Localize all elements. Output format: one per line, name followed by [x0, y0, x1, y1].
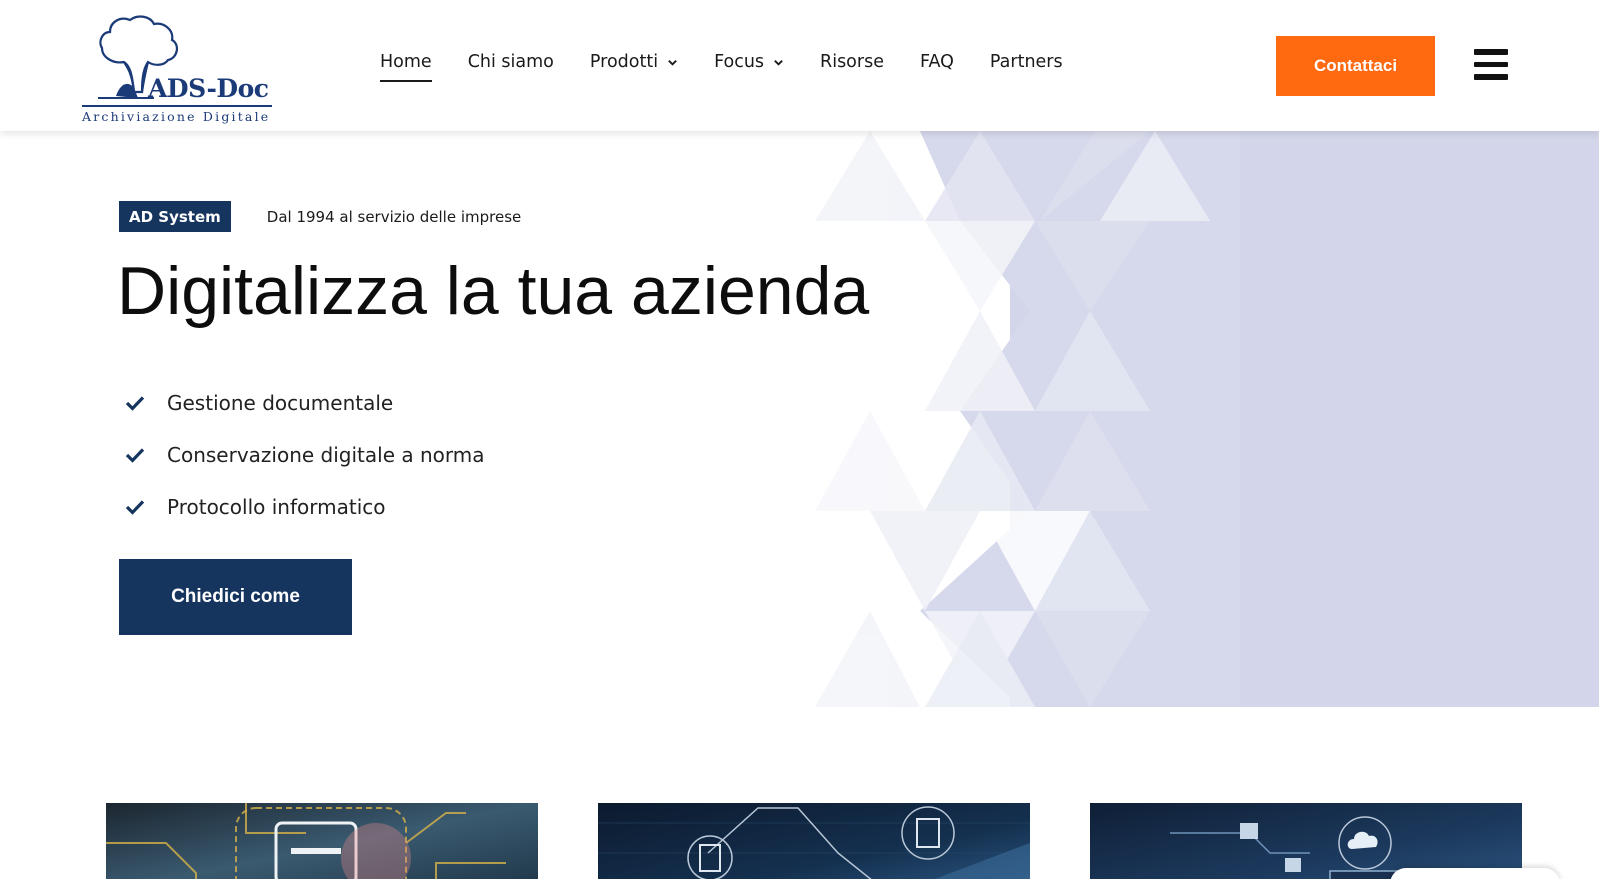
hero-tag-subtitle: Dal 1994 al servizio delle imprese: [266, 207, 522, 226]
nav-partners-label: Partners: [989, 52, 1063, 72]
hero-title: Digitalizza la tua azienda: [117, 253, 870, 329]
nav-prodotti-label: Prodotti: [589, 52, 659, 72]
hero-tag: AD System: [119, 201, 231, 232]
nav-focus[interactable]: Focus: [714, 52, 784, 72]
check-icon: [125, 396, 145, 411]
nav-home-label: Home: [380, 52, 432, 72]
nav-partners[interactable]: Partners: [990, 52, 1063, 72]
main-nav: Home Chi siamo Prodotti Focus Risorse FA…: [380, 52, 1099, 82]
nav-focus-label: Focus: [714, 52, 765, 72]
floating-widget-tab[interactable]: [1390, 868, 1560, 879]
brand-name: ADS-Doc: [148, 74, 269, 103]
list-item: Gestione documentale: [125, 377, 485, 429]
feature-list: Gestione documentale Conservazione digit…: [125, 377, 485, 533]
nav-chi-siamo[interactable]: Chi siamo: [468, 52, 554, 72]
nav-risorse-label: Risorse: [820, 52, 884, 72]
list-item: Conservazione digitale a norma: [125, 429, 485, 481]
printer-document-circuit-image: [106, 803, 538, 879]
nav-prodotti[interactable]: Prodotti: [590, 52, 678, 72]
documents-network-laptop-image: [598, 803, 1030, 879]
nav-risorse[interactable]: Risorse: [820, 52, 884, 72]
brand-tagline: Archiviazione Digitale: [82, 109, 271, 124]
nav-faq-label: FAQ: [919, 52, 954, 72]
hamburger-menu-icon[interactable]: [1474, 49, 1510, 83]
chiedici-come-button[interactable]: Chiedici come: [119, 559, 352, 635]
list-item: Protocollo informatico: [125, 481, 485, 533]
brand-logo[interactable]: ADS-Doc Archiviazione Digitale: [76, 10, 276, 124]
feature-label: Gestione documentale: [167, 391, 394, 415]
nav-faq[interactable]: FAQ: [920, 52, 954, 72]
card-image-1[interactable]: [106, 803, 538, 879]
feature-label: Protocollo informatico: [167, 495, 386, 519]
check-icon: [125, 500, 145, 515]
site-header: ADS-Doc Archiviazione Digitale Home Chi …: [0, 0, 1599, 131]
chevron-down-icon: [668, 59, 677, 66]
logo-divider: [82, 105, 272, 107]
card-image-2[interactable]: [598, 803, 1030, 879]
contattaci-button[interactable]: Contattaci: [1276, 36, 1435, 96]
nav-home[interactable]: Home: [380, 52, 432, 82]
chevron-down-icon: [774, 59, 783, 66]
feature-label: Conservazione digitale a norma: [167, 443, 485, 467]
nav-chi-siamo-label: Chi siamo: [467, 52, 554, 72]
check-icon: [125, 448, 145, 463]
hero-tag-row: AD System Dal 1994 al servizio delle imp…: [119, 201, 521, 232]
